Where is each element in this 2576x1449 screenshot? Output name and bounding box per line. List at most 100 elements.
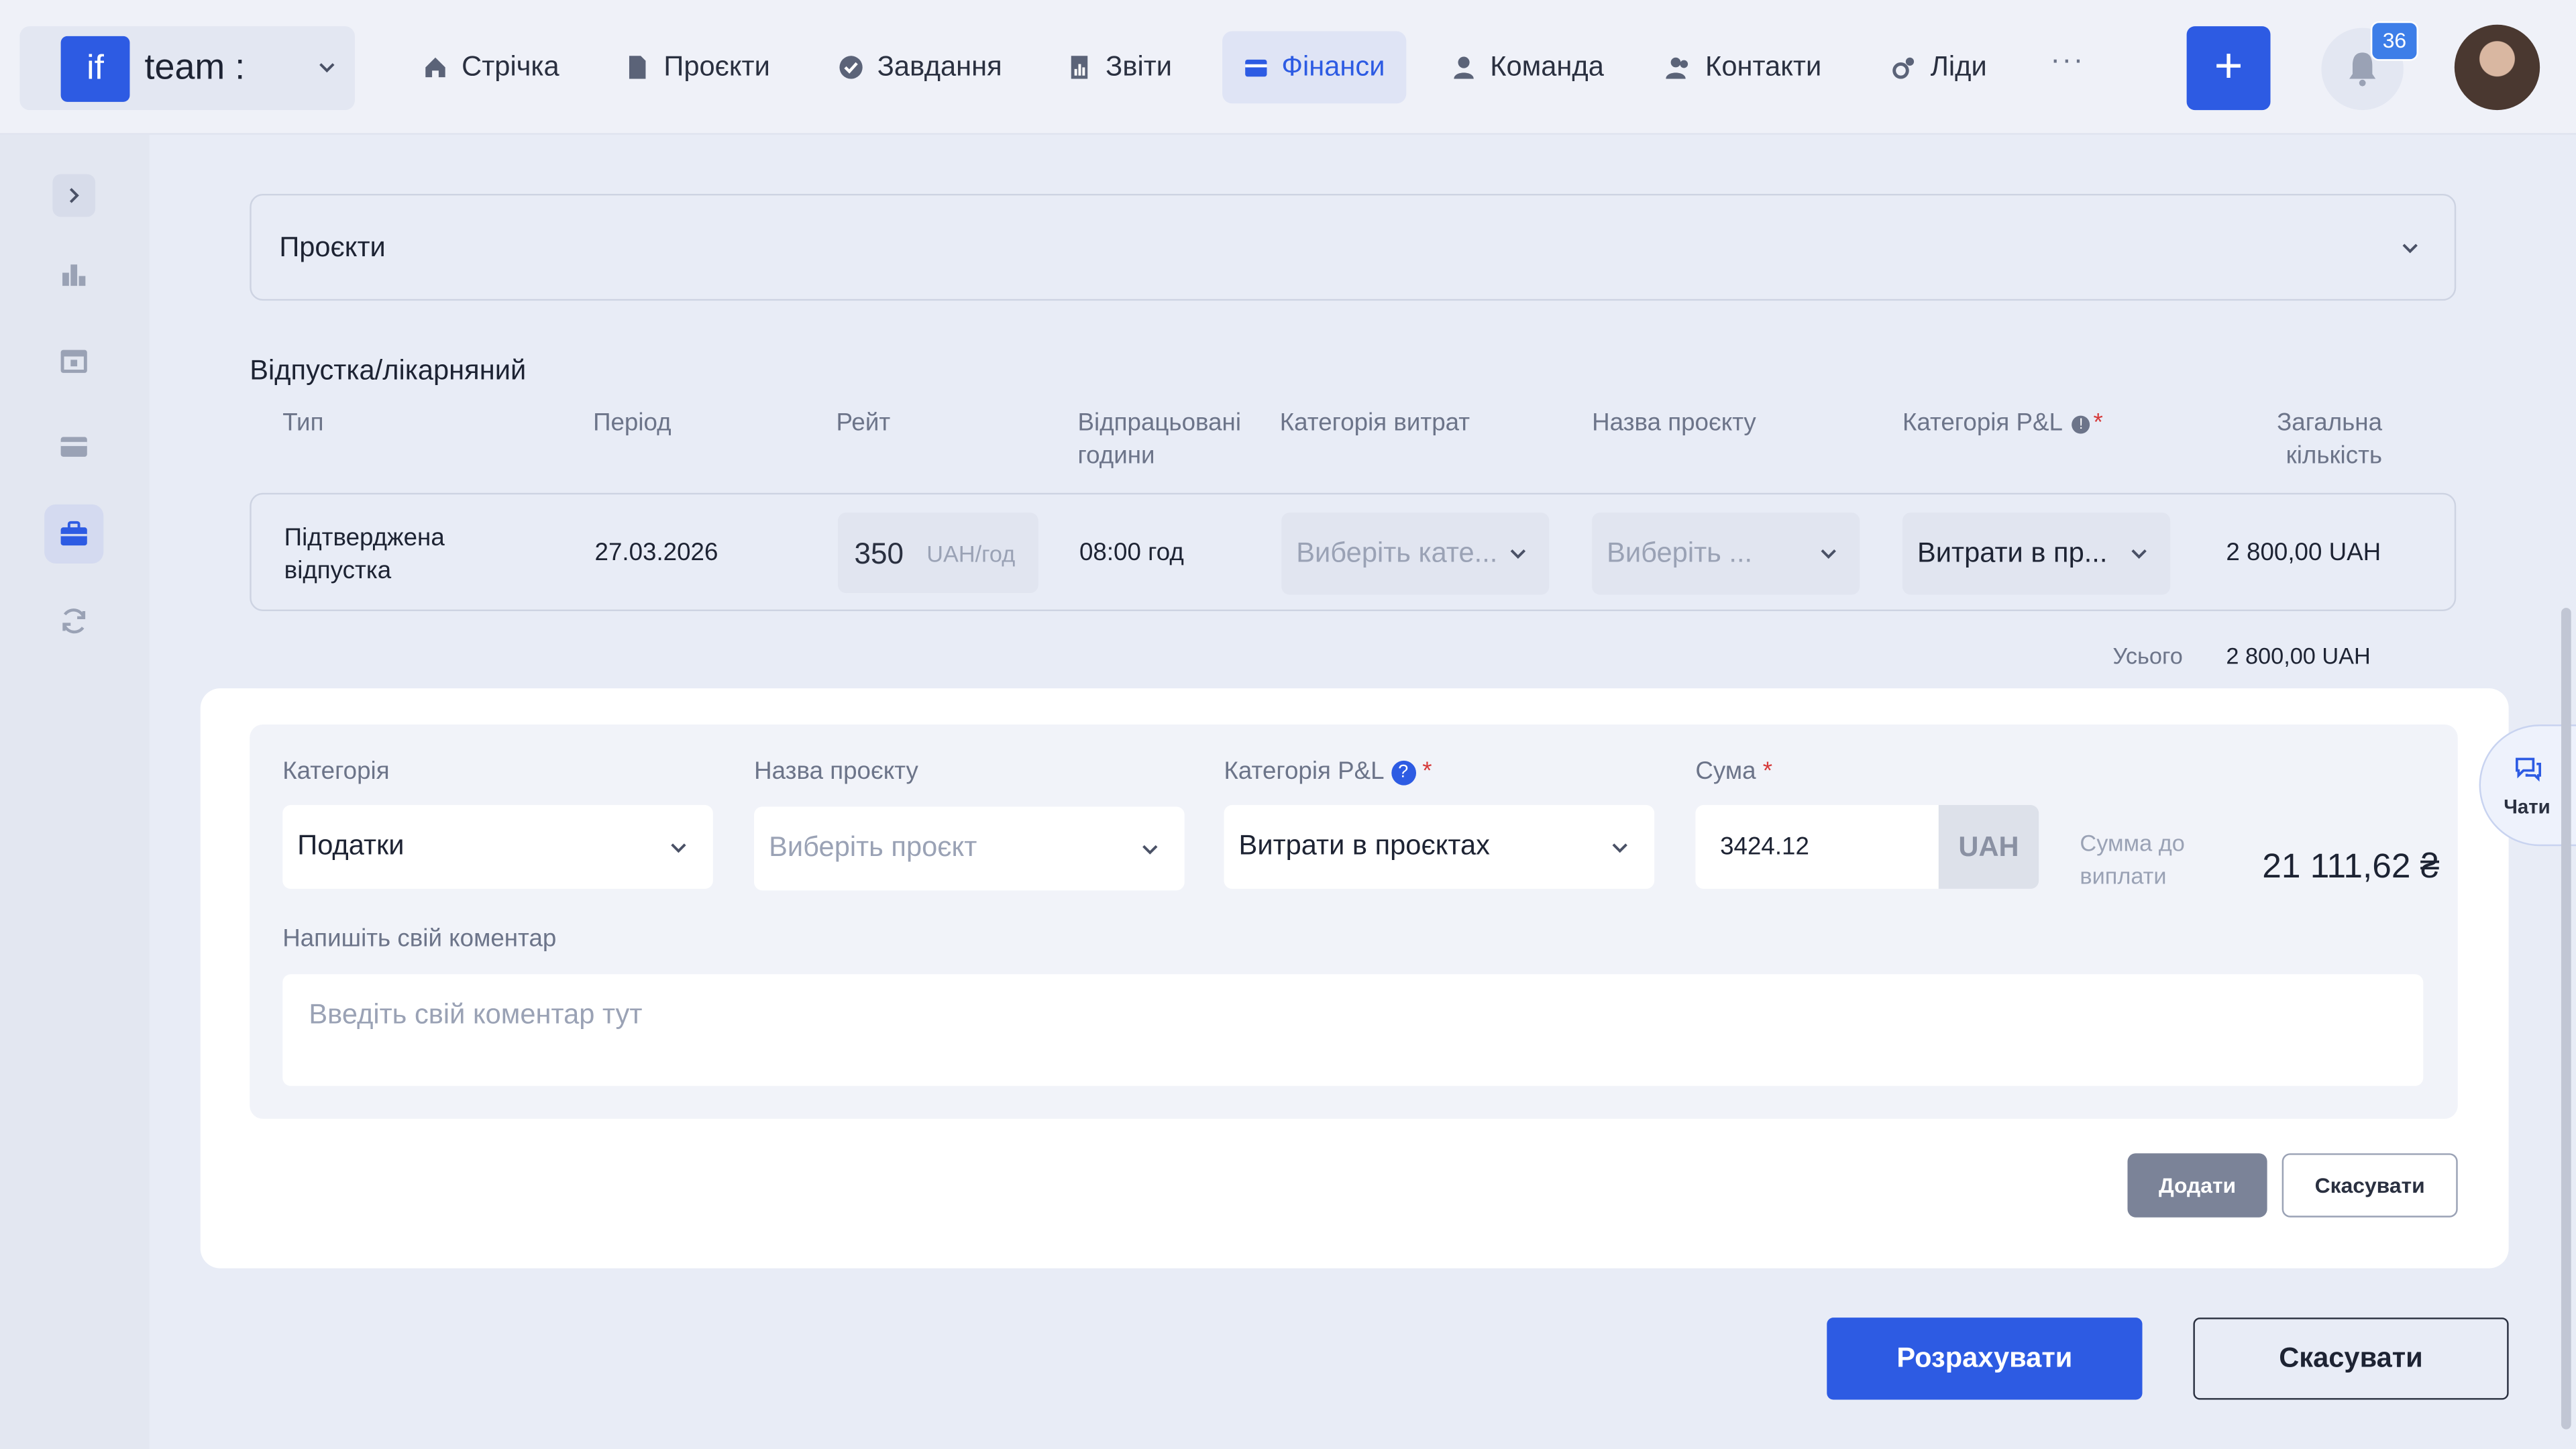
project-name-placeholder: Виберіть проєкт — [769, 831, 977, 863]
scrollbar-thumb[interactable] — [2561, 608, 2571, 1430]
home-icon — [425, 57, 445, 78]
card-icon — [60, 437, 87, 457]
pl-label-text: Категорія P&L — [1224, 757, 1385, 786]
nav-feed-label: Стрічка — [462, 50, 559, 83]
col-pl-category: Категорія P&L ! * — [1902, 407, 2103, 440]
amount-currency: UAH — [1938, 805, 2039, 889]
expense-category-placeholder: Виберіть кате... — [1296, 537, 1498, 569]
nav-reports-label: Звіти — [1106, 50, 1173, 83]
amount-value: 3424.12 — [1720, 833, 1809, 861]
comment-label: Напишіть свій коментар — [282, 924, 557, 953]
nav-reports[interactable]: Звіти — [1045, 32, 1193, 104]
nav-feed[interactable]: Стрічка — [401, 32, 581, 104]
leads-icon — [1892, 57, 1915, 79]
workspace-switcher[interactable]: if team : — [19, 26, 355, 111]
comment-placeholder: Введіть свій коментар тут — [309, 998, 643, 1030]
add-button[interactable]: + — [2186, 26, 2271, 111]
sidebar-item-payments[interactable] — [44, 417, 103, 476]
col-pl-category-label: Категорія P&L — [1902, 409, 2062, 437]
workspace-name: team : — [144, 46, 246, 87]
info-icon[interactable]: ! — [2072, 415, 2090, 433]
col-period: Період — [593, 409, 672, 437]
refresh-icon — [62, 608, 86, 634]
vacation-total: 2 800,00 UAH — [2226, 539, 2381, 567]
amount-input[interactable]: 3424.12 — [1695, 805, 1941, 889]
chevron-down-icon — [319, 63, 335, 73]
category-select[interactable]: Податки — [282, 805, 713, 889]
chevron-down-icon — [2131, 549, 2147, 559]
rate-unit: UAH/год — [926, 540, 1016, 567]
cancel-button[interactable]: Скасувати — [2193, 1318, 2509, 1400]
notification-count-badge: 36 — [2370, 21, 2418, 61]
col-hours: Відпрацьовані години — [1077, 409, 1241, 470]
nav-leads[interactable]: Ліди — [1870, 32, 2008, 104]
comment-input[interactable]: Введіть свій коментар тут — [282, 974, 2424, 1086]
wallet-icon — [1245, 59, 1267, 77]
vacation-sum-label: Усього — [2112, 642, 2183, 669]
calculate-button[interactable]: Розрахувати — [1827, 1318, 2143, 1400]
report-icon — [1071, 56, 1088, 79]
nav-team-label: Команда — [1490, 50, 1604, 83]
check-circle-icon — [839, 56, 863, 79]
sidebar-item-budget[interactable] — [44, 243, 103, 302]
top-navigation: if team : Стрічка Проєкти Завдання Звіти… — [0, 0, 2576, 135]
nav-projects-label: Проєкти — [663, 50, 770, 83]
col-project-name: Назва проєкту — [1592, 409, 1756, 437]
add-expense-card: Категорія Податки Назва проєкту Виберіть… — [200, 688, 2509, 1269]
expense-form: Категорія Податки Назва проєкту Виберіть… — [250, 724, 2458, 1119]
cancel-expense-button[interactable]: Скасувати — [2282, 1153, 2458, 1218]
workspace-logo: if — [60, 36, 130, 102]
chevron-down-icon — [1612, 843, 1627, 853]
calendar-icon — [60, 350, 87, 373]
nav-contacts[interactable]: Контакти — [1644, 32, 1843, 104]
more-menu-button[interactable]: ··· — [2050, 43, 2084, 77]
briefcase-icon — [60, 521, 87, 546]
project-select[interactable]: Виберіть ... — [1592, 513, 1860, 595]
pl-label: Категорія P&L? * — [1224, 757, 1432, 786]
chevron-down-icon — [671, 843, 686, 853]
chat-icon — [2516, 757, 2541, 782]
project-placeholder: Виберіть ... — [1607, 537, 1753, 569]
required-mark: * — [1422, 757, 1432, 786]
person-icon — [1454, 56, 1474, 79]
required-mark: * — [1762, 757, 1773, 786]
sidebar-item-sync[interactable] — [44, 592, 103, 651]
rate-input[interactable]: 350 UAH/год — [837, 513, 1038, 594]
amount-label: Сума * — [1695, 757, 1772, 786]
pl-value: Витрати в проєктах — [1238, 829, 1490, 861]
vacation-section-title: Відпустка/лікарняний — [250, 354, 527, 386]
col-type: Тип — [282, 409, 324, 437]
project-name-label: Назва проєкту — [754, 757, 918, 786]
nav-contacts-label: Контакти — [1705, 50, 1822, 83]
add-expense-button[interactable]: Додати — [2127, 1153, 2267, 1218]
pl-category-select[interactable]: Витрати в пр... — [1902, 513, 2171, 595]
nav-tasks-label: Завдання — [877, 50, 1002, 83]
chats-label: Чати — [2504, 795, 2551, 818]
col-rate: Рейт — [836, 409, 891, 437]
amount-label-text: Сума — [1695, 757, 1756, 786]
col-expense-category: Категорія витрат — [1279, 409, 1470, 437]
category-value: Податки — [297, 829, 405, 861]
vacation-type: Підтверджена відпустка — [284, 524, 445, 585]
help-icon[interactable]: ? — [1391, 759, 1416, 785]
sidebar-expand-button[interactable] — [52, 174, 96, 217]
pl-select[interactable]: Витрати в проєктах — [1224, 805, 1655, 889]
expense-category-select[interactable]: Виберіть кате... — [1281, 513, 1550, 595]
col-total: Загальна кількість — [2277, 409, 2383, 470]
projects-accordion[interactable]: Проєкти — [250, 193, 2457, 301]
payout-label: Сумма до виплати — [2080, 829, 2185, 889]
chevron-down-icon — [1821, 549, 1836, 559]
vacation-sum-value: 2 800,00 UAH — [2226, 642, 2371, 669]
nav-finance[interactable]: Фінанси — [1222, 31, 1407, 104]
nav-team[interactable]: Команда — [1430, 32, 1625, 104]
sidebar-item-salary[interactable] — [44, 504, 104, 564]
chevron-down-icon — [2402, 244, 2418, 254]
sidebar-item-calendar[interactable] — [44, 330, 103, 389]
nav-projects[interactable]: Проєкти — [603, 32, 792, 104]
chevron-right-icon — [69, 188, 79, 203]
user-avatar[interactable] — [2454, 24, 2540, 111]
project-name-select[interactable]: Виберіть проєкт — [754, 806, 1185, 891]
payout-value: 21 111,62 ₴ — [2262, 847, 2440, 886]
nav-tasks[interactable]: Завдання — [816, 32, 1023, 104]
projects-accordion-label: Проєкти — [279, 231, 386, 263]
